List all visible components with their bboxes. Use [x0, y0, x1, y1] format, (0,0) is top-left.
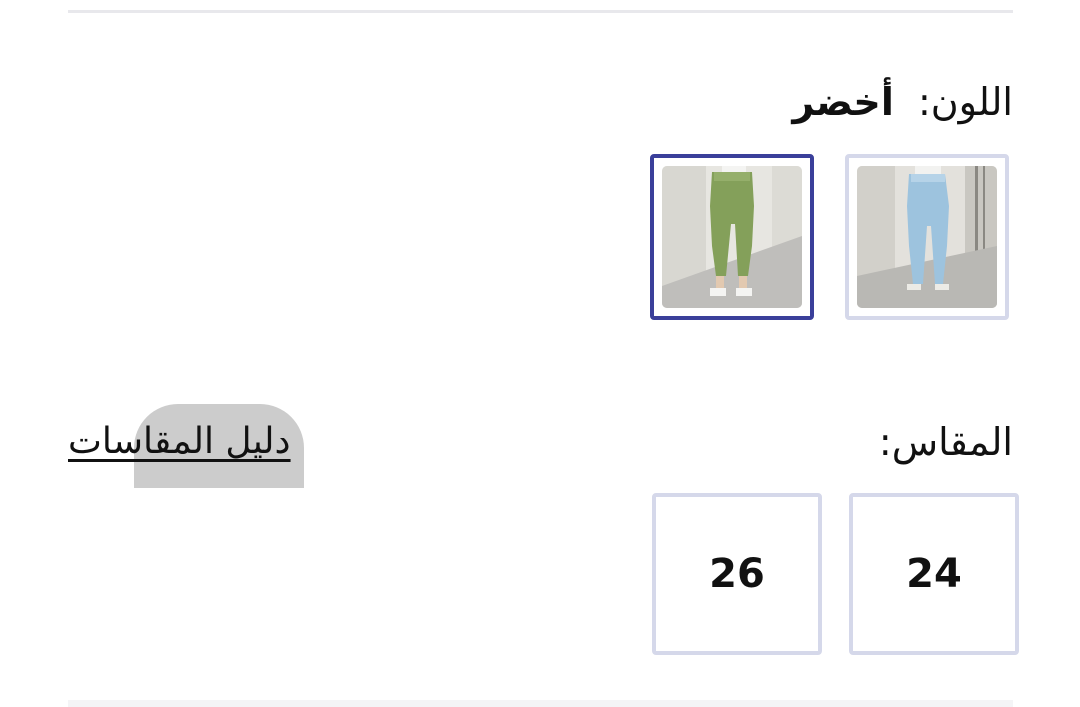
color-label: اللون:: [917, 80, 1013, 124]
color-swatch-green[interactable]: [650, 154, 814, 320]
size-option-26[interactable]: 26: [652, 493, 822, 655]
bottom-divider: [68, 700, 1013, 707]
blue-jeans-thumbnail: [857, 166, 997, 308]
product-options-panel: اللون: أخضر المقاس: دليل المقاسات 24 26: [0, 0, 1080, 707]
size-label: المقاس:: [878, 420, 1013, 464]
size-option-24[interactable]: 24: [849, 493, 1019, 655]
size-guide-link[interactable]: دليل المقاسات: [68, 418, 291, 466]
color-label-row: اللون: أخضر: [792, 78, 1013, 126]
top-divider: [68, 10, 1013, 13]
selected-color-value: أخضر: [792, 80, 894, 124]
green-trousers-thumbnail: [662, 166, 802, 308]
color-swatch-blue[interactable]: [845, 154, 1009, 320]
